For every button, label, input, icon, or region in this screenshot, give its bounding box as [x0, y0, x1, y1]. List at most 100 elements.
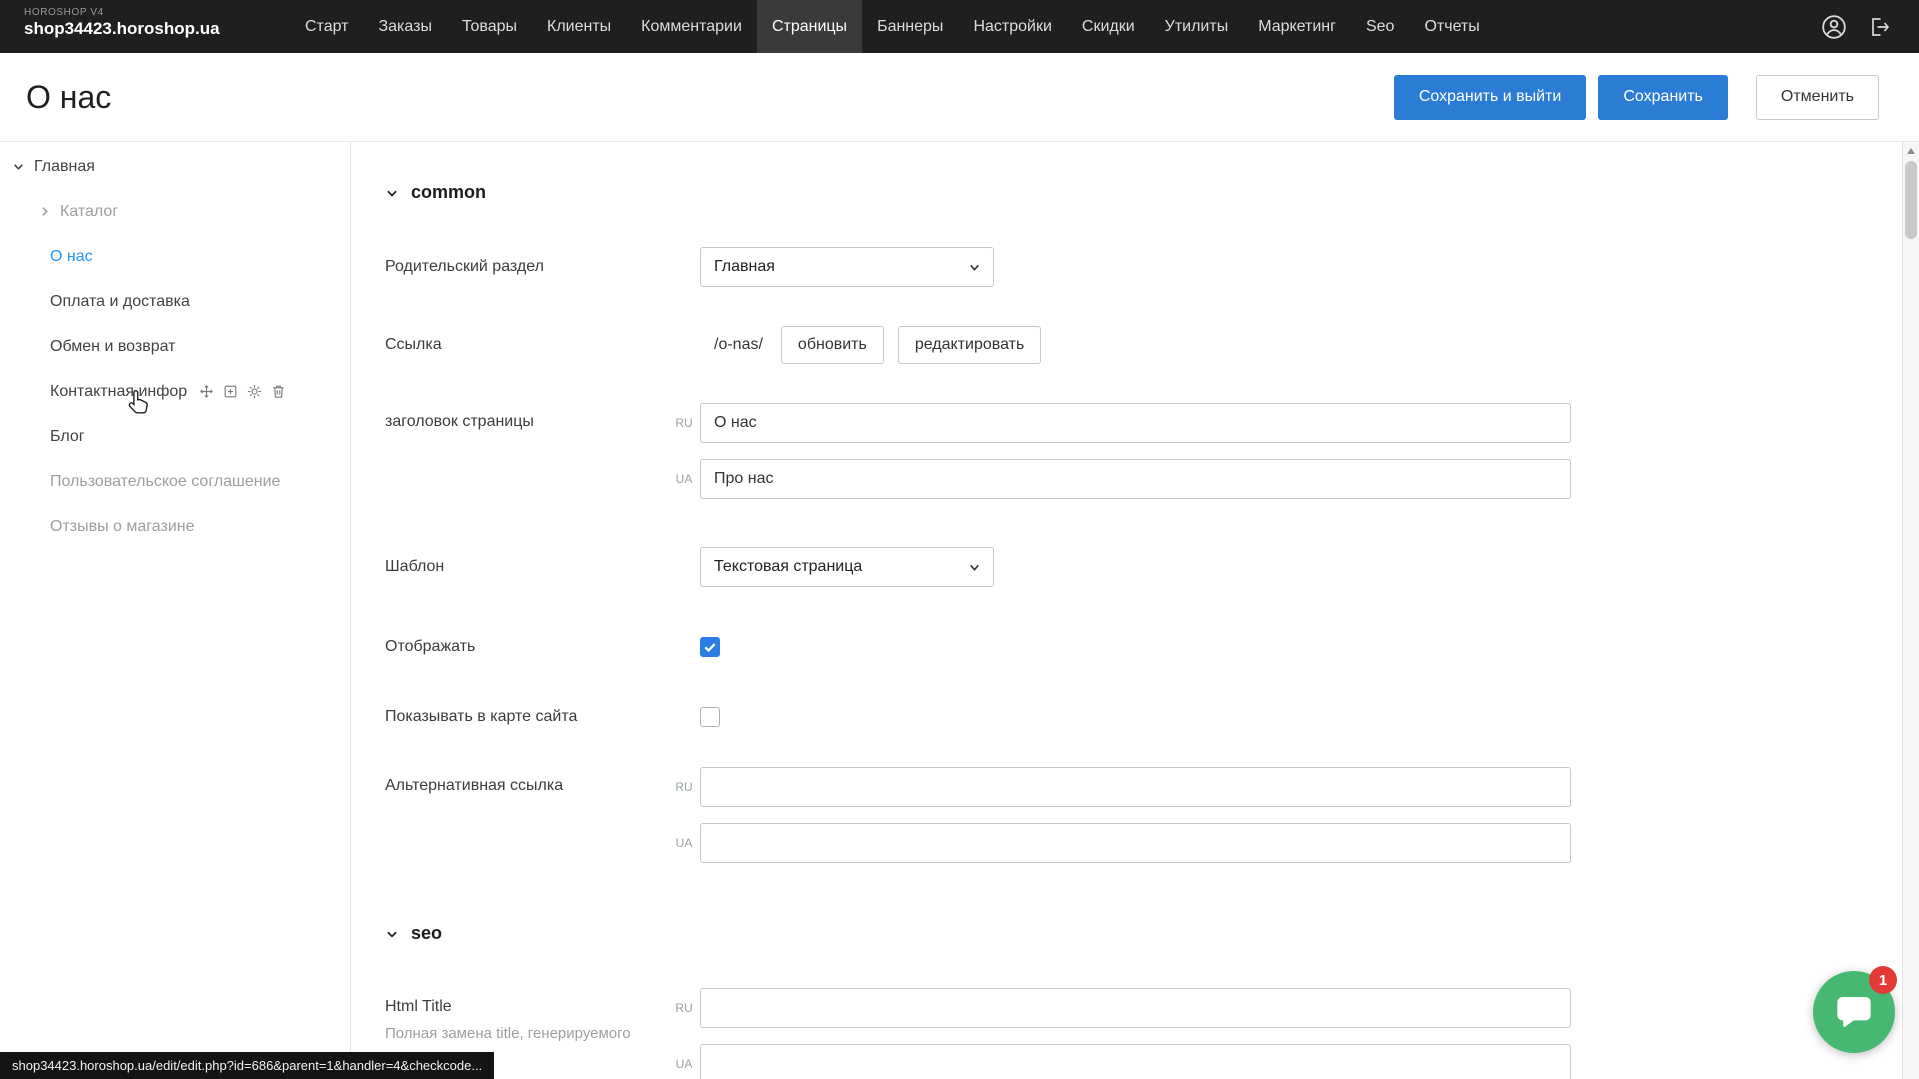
shop-domain-label: shop34423.horoshop.ua [24, 19, 240, 39]
move-page-button[interactable] [199, 384, 214, 399]
sidebar-item-blog[interactable]: Блог [0, 414, 350, 459]
tree-item-label: Контактная инфор [50, 383, 187, 401]
field-sitemap: Показывать в карте сайта [385, 697, 1919, 737]
check-icon [703, 640, 717, 654]
field-html-title: Html Title Полная замена title, генериру… [385, 988, 1919, 1079]
parent-section-select[interactable]: Главная [700, 247, 994, 287]
gear-icon [247, 384, 262, 399]
save-button[interactable]: Сохранить [1598, 75, 1728, 120]
alt-link-label: Альтернативная ссылка [385, 767, 672, 795]
move-icon [199, 384, 214, 399]
lang-ru-badge: RU [672, 780, 696, 794]
user-account-button[interactable] [1821, 14, 1847, 40]
page-header: О нас Сохранить и выйти Сохранить Отмени… [0, 53, 1919, 142]
main-nav: Старт Заказы Товары Клиенты Комментарии … [290, 0, 1495, 53]
tree-item-label: Блог [50, 428, 85, 446]
nav-item-seo[interactable]: Seo [1351, 0, 1409, 53]
plus-square-icon [223, 384, 238, 399]
sidebar-item-katalog[interactable]: Каталог [0, 189, 350, 234]
html-title-ua-input[interactable] [700, 1044, 1571, 1079]
alt-link-ru-input[interactable] [700, 767, 1571, 807]
display-checkbox[interactable] [700, 637, 720, 657]
lang-ua-badge: UA [672, 1057, 696, 1071]
display-label: Отображать [385, 638, 672, 656]
logout-icon [1867, 15, 1891, 39]
content-area: Главная Каталог О нас Оплата и доставка … [0, 142, 1919, 1079]
parent-section-label: Родительский раздел [385, 258, 672, 276]
nav-item-skidki[interactable]: Скидки [1067, 0, 1150, 53]
app-logo[interactable]: HOROSHOP V4 shop34423.horoshop.ua [0, 0, 240, 53]
nav-item-otchety[interactable]: Отчеты [1409, 0, 1494, 53]
field-parent-section: Родительский раздел Главная [385, 247, 1919, 287]
refresh-link-button[interactable]: обновить [781, 326, 884, 364]
nav-item-stranicy[interactable]: Страницы [757, 0, 862, 53]
parent-section-value: Главная [714, 258, 775, 276]
link-path-value: /o-nas/ [714, 336, 763, 354]
html-title-ru-input[interactable] [700, 988, 1571, 1028]
section-common-title: common [411, 182, 486, 203]
edit-link-button[interactable]: редактировать [898, 326, 1041, 364]
nav-item-tovary[interactable]: Товары [447, 0, 532, 53]
chevron-down-icon[interactable] [12, 160, 25, 173]
lang-ru-badge: RU [672, 416, 696, 430]
pages-tree-sidebar: Главная Каталог О нас Оплата и доставка … [0, 142, 351, 1079]
tree-item-label: Пользовательское соглашение [50, 473, 280, 491]
alt-link-ua-input[interactable] [700, 823, 1571, 863]
html-title-label: Html Title [385, 998, 452, 1015]
scrollbar-thumb[interactable] [1905, 161, 1917, 239]
sidebar-item-kontaktnaya-informaciya[interactable]: Контактная инфор [0, 369, 350, 414]
field-alt-link: Альтернативная ссылка RU UA [385, 767, 1919, 863]
scroll-up-arrow-icon[interactable] [1903, 142, 1919, 159]
chevron-right-icon[interactable] [38, 205, 51, 218]
nav-item-kommentarii[interactable]: Комментарии [626, 0, 757, 53]
chat-launcher-button[interactable]: 1 [1813, 971, 1895, 1053]
nav-item-klienty[interactable]: Клиенты [532, 0, 626, 53]
sidebar-item-obmen-i-vozvrat[interactable]: Обмен и возврат [0, 324, 350, 369]
field-page-title: заголовок страницы RU UA [385, 403, 1919, 499]
user-circle-icon [1821, 14, 1847, 40]
vertical-scrollbar[interactable] [1902, 142, 1919, 1079]
cancel-button[interactable]: Отменить [1756, 75, 1879, 120]
nav-item-start[interactable]: Старт [290, 0, 363, 53]
sitemap-label: Показывать в карте сайта [385, 708, 672, 726]
nav-item-zakazy[interactable]: Заказы [363, 0, 446, 53]
trash-icon [271, 384, 286, 399]
sidebar-item-polzovatelskoe-soglashenie[interactable]: Пользовательское соглашение [0, 459, 350, 504]
sitemap-checkbox[interactable] [700, 707, 720, 727]
top-navbar: HOROSHOP V4 shop34423.horoshop.ua Старт … [0, 0, 1919, 53]
template-select[interactable]: Текстовая страница [700, 547, 994, 587]
section-seo-toggle[interactable]: seo [385, 923, 1919, 944]
section-common-toggle[interactable]: common [385, 182, 1919, 203]
nav-item-utility[interactable]: Утилиты [1150, 0, 1244, 53]
chevron-down-icon [385, 186, 399, 200]
page-title-ua-input[interactable] [700, 459, 1571, 499]
nav-item-marketing[interactable]: Маркетинг [1243, 0, 1351, 53]
lang-ua-badge: UA [672, 836, 696, 850]
html-title-hint: Полная замена title, генерируемого [385, 1025, 672, 1042]
link-label: Ссылка [385, 336, 672, 354]
sidebar-item-o-nas[interactable]: О нас [0, 234, 350, 279]
delete-page-button[interactable] [271, 384, 286, 399]
logout-button[interactable] [1867, 15, 1891, 39]
sidebar-item-glavnaya[interactable]: Главная [0, 144, 350, 189]
sidebar-item-oplata-i-dostavka[interactable]: Оплата и доставка [0, 279, 350, 324]
tree-item-label: Оплата и доставка [50, 293, 190, 311]
section-seo-title: seo [411, 923, 442, 944]
lang-ru-badge: RU [672, 1001, 696, 1015]
field-display: Отображать [385, 627, 1919, 667]
save-and-exit-button[interactable]: Сохранить и выйти [1394, 75, 1587, 120]
page-title-label: заголовок страницы [385, 403, 672, 431]
field-template: Шаблон Текстовая страница [385, 547, 1919, 587]
page-settings-button[interactable] [247, 384, 262, 399]
chevron-down-icon [385, 927, 399, 941]
page-title-ru-input[interactable] [700, 403, 1571, 443]
add-subpage-button[interactable] [223, 384, 238, 399]
template-value: Текстовая страница [714, 558, 862, 576]
page-title: О нас [26, 79, 111, 116]
nav-item-nastroyki[interactable]: Настройки [958, 0, 1066, 53]
chat-notification-badge: 1 [1869, 966, 1897, 994]
lang-ua-badge: UA [672, 472, 696, 486]
nav-item-bannery[interactable]: Баннеры [862, 0, 958, 53]
sidebar-item-otzyvy-o-magazine[interactable]: Отзывы о магазине [0, 504, 350, 549]
tree-item-label: О нас [50, 248, 93, 266]
